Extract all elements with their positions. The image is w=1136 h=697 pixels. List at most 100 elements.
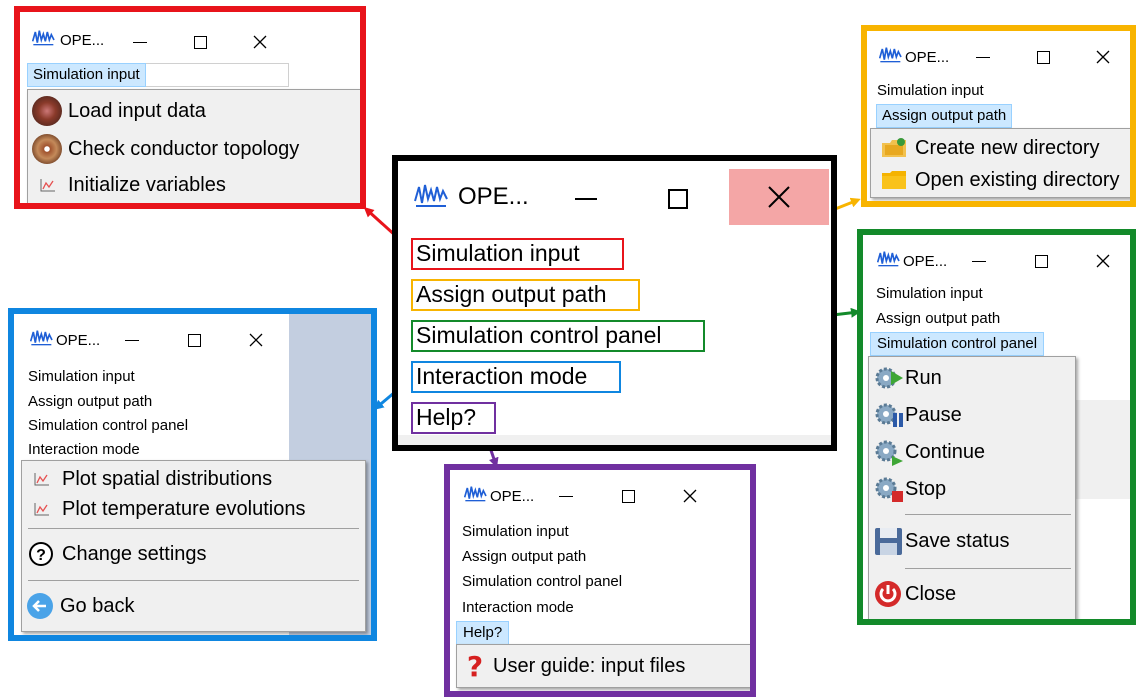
close-button[interactable] [670,473,710,519]
menu-change-settings[interactable]: ? Change settings [22,537,365,571]
simulation-input-dropdown: Load input data Check conductor topology… [27,89,360,203]
menu-simulation-input[interactable]: Simulation input [877,81,984,101]
menu-simulation-input[interactable]: Simulation input [28,367,135,387]
menu-simulation-control-panel[interactable]: Simulation control panel [870,332,1045,356]
back-arrow-icon [27,593,53,619]
menu-stop[interactable]: Stop [869,472,1075,506]
menu-save-status[interactable]: Save status [869,523,1075,559]
main-window-body [398,435,831,445]
title-bar: OPE... [863,235,1130,281]
menu-plot-temperature-evolutions[interactable]: Plot temperature evolutions [22,495,365,523]
minimize-button[interactable] [959,238,999,284]
minimize-button[interactable] [112,317,152,363]
help-frame: OPE... Simulation input Assign output pa… [444,464,756,697]
highlight-help [411,402,496,434]
menu-simulation-input[interactable]: Simulation input [27,63,146,87]
menu-user-guide-input-files[interactable]: ? User guide: input files [457,649,750,683]
menu-assign-output-path[interactable]: Assign output path [876,309,1000,329]
main-window: OPE... Simulation input Assign output pa… [398,161,831,445]
plot-line-icon [34,473,49,486]
minimize-icon [125,339,139,341]
check-topology-icon [32,134,62,164]
menu-close[interactable]: Close [869,576,1075,612]
new-folder-icon [882,138,906,157]
highlight-interaction-mode [411,361,621,393]
maximize-icon [187,333,201,347]
maximize-button[interactable] [1021,238,1061,284]
menu-interaction-mode[interactable]: Interaction mode [28,440,140,460]
menu-plot-spatial-distributions[interactable]: Plot spatial distributions [22,465,365,493]
close-button[interactable] [729,169,829,225]
close-button[interactable] [240,17,280,67]
minimize-button[interactable] [120,17,160,67]
load-input-data-icon [32,96,62,126]
folder-icon [882,171,906,189]
minimize-icon [972,260,986,262]
menu-simulation-input[interactable]: Simulation input [876,284,983,304]
menu-simulation-control-panel[interactable]: Simulation control panel [28,416,188,436]
interaction-mode-frame: OPE... Simulation input Assign output pa… [8,308,377,641]
menu-run[interactable]: Run [869,361,1075,395]
assign-output-path-frame: OPE... Simulation input Assign output pa… [861,25,1136,207]
help-dropdown: ? User guide: input files [456,644,750,688]
menu-assign-output-path[interactable]: Assign output path [28,392,152,412]
menu-continue[interactable]: Continue [869,435,1075,469]
menu-separator [28,580,359,581]
menu-assign-output-path[interactable]: Assign output path [876,104,1013,128]
maximize-icon [1034,254,1048,268]
assign-output-path-window: OPE... Simulation input Assign output pa… [867,31,1130,201]
menu-help[interactable]: Help? [456,621,510,645]
close-button[interactable] [1083,238,1123,284]
maximize-icon [668,189,688,209]
title-bar: OPE... [867,31,1130,77]
simulation-control-dropdown: Run Pause Continue Stop Save status Clos… [868,356,1076,619]
maximize-icon [621,489,635,503]
menu-pause[interactable]: Pause [869,398,1075,432]
menu-go-back[interactable]: Go back [22,588,365,624]
close-button[interactable] [1083,34,1123,80]
maximize-button[interactable] [608,473,648,519]
menu-open-existing-directory[interactable]: Open existing directory [871,165,1130,195]
maximize-button[interactable] [180,17,220,67]
app-logo-icon [464,486,487,502]
run-gear-icon [873,362,905,394]
menu-initialize-variables[interactable]: Initialize variables [28,170,360,200]
title-bar: OPE... [20,12,360,62]
window-title: OPE... [490,488,535,505]
title-bar: OPE... [398,161,831,237]
maximize-button[interactable] [1023,34,1063,80]
simulation-input-frame: OPE... Simulation input Load input data … [14,6,366,209]
close-icon [1096,254,1110,268]
maximize-icon [1036,50,1050,64]
help-question-icon: ? [466,649,484,683]
stop-gear-icon [873,473,905,505]
close-icon [768,186,790,208]
app-logo-icon [414,184,448,207]
window-title: OPE... [903,253,948,270]
close-button[interactable] [236,317,276,363]
menu-create-new-directory[interactable]: Create new directory [871,133,1130,163]
highlight-simulation-input [411,238,624,270]
close-icon [683,489,697,503]
menu-load-input-data[interactable]: Load input data [28,94,360,128]
app-logo-icon [32,30,55,46]
help-circle-icon: ? [29,542,53,566]
minimize-button[interactable] [546,473,586,519]
menu-interaction-mode[interactable]: Interaction mode [462,598,574,618]
title-bar: OPE... [450,470,750,516]
minimize-button[interactable] [558,161,614,237]
maximize-button[interactable] [650,161,706,237]
maximize-button[interactable] [174,317,214,363]
minimize-icon [559,495,573,497]
svg-text:?: ? [36,547,46,564]
app-logo-icon [877,251,900,267]
minimize-button[interactable] [963,34,1003,80]
power-icon [873,578,905,610]
menu-simulation-control-panel[interactable]: Simulation control panel [462,572,622,592]
close-icon [1096,50,1110,64]
menu-check-conductor-topology[interactable]: Check conductor topology [28,132,360,166]
menu-simulation-input[interactable]: Simulation input [462,522,569,542]
continue-gear-icon [873,436,905,468]
menu-assign-output-path[interactable]: Assign output path [462,547,586,567]
minimize-icon [133,41,147,43]
